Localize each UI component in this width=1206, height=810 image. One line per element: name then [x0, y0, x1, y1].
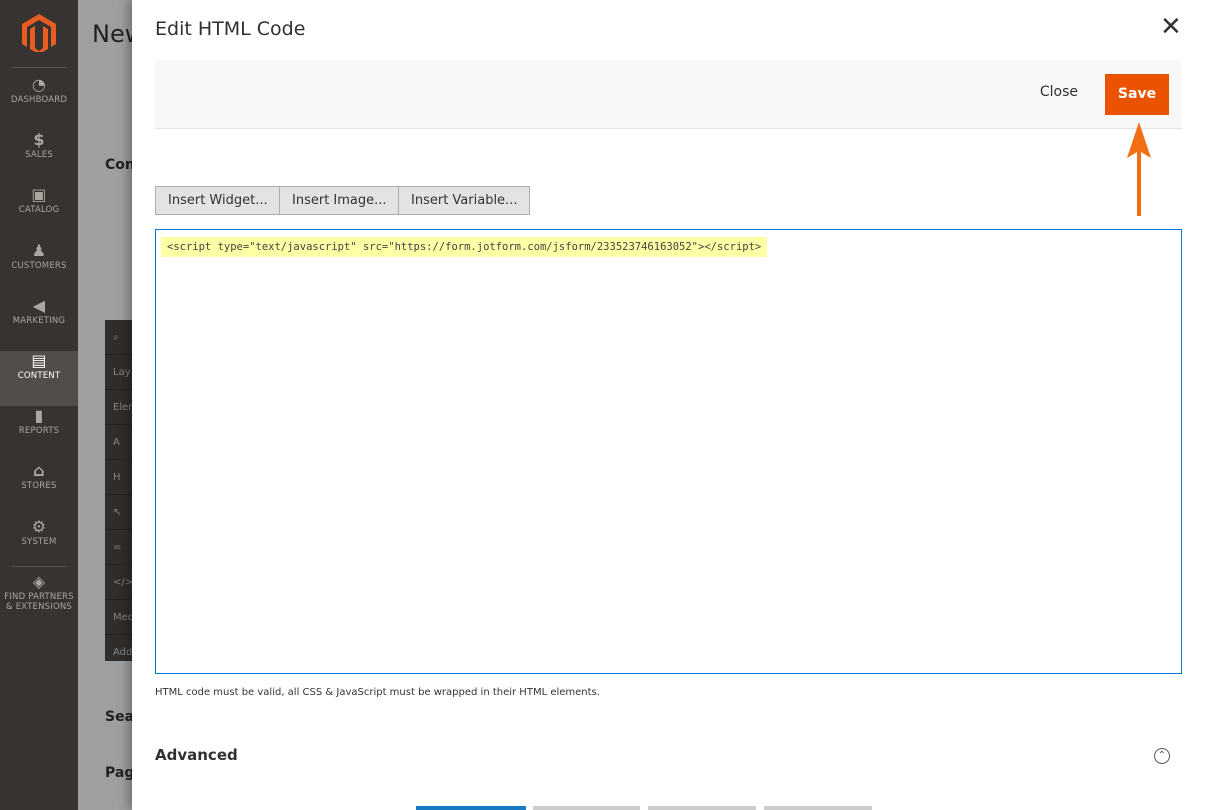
sidebar-item-label: DASHBOARD — [10, 95, 68, 105]
modal-overlay[interactable] — [78, 0, 132, 810]
sidebar-item-label: CATALOG — [18, 205, 60, 216]
person-icon: ♟ — [31, 240, 47, 260]
sidebar-item-label: STORES — [21, 481, 57, 492]
gear-icon: ⚙ — [31, 516, 47, 536]
sidebar-item-marketing[interactable]: ◀ MARKETING — [0, 296, 78, 351]
bottom-tab[interactable] — [533, 806, 640, 810]
dashboard-icon: ◔ — [31, 75, 47, 94]
sidebar-divider — [12, 67, 66, 68]
close-button[interactable]: Close — [1040, 84, 1078, 100]
store-icon: ⌂ — [33, 461, 45, 481]
sidebar-item-label: SALES — [25, 150, 53, 161]
sidebar-item-label: FIND PARTNERS & EXTENSIONS — [4, 591, 74, 612]
layout-icon: ▤ — [31, 351, 47, 370]
html-note: HTML code must be valid, all CSS & JavaS… — [155, 687, 600, 698]
code-text: <script type="text/javascript" src="http… — [161, 237, 768, 257]
sidebar-item-label: CUSTOMERS — [11, 260, 67, 271]
chevron-up-icon[interactable]: ⌃ — [1154, 748, 1170, 764]
sidebar-item-find[interactable]: ◈ FIND PARTNERS & EXTENSIONS — [0, 572, 78, 627]
advanced-section-title[interactable]: Advanced — [155, 746, 238, 764]
sidebar-item-sales[interactable]: $ SALES — [0, 130, 78, 185]
sidebar-item-reports[interactable]: ▮ REPORTS — [0, 406, 78, 461]
insert-widget-button[interactable]: Insert Widget... — [155, 186, 281, 215]
magento-logo-icon[interactable] — [22, 14, 56, 52]
insert-variable-button[interactable]: Insert Variable... — [398, 186, 531, 215]
megaphone-icon: ◀ — [32, 295, 46, 315]
dollar-icon: $ — [33, 130, 45, 150]
edit-html-modal: Edit HTML Code ✕ Close Save Insert Widge… — [132, 0, 1206, 810]
save-button[interactable]: Save — [1105, 74, 1169, 115]
bar-chart-icon: ▮ — [34, 406, 44, 426]
sidebar-item-content[interactable]: ▤ CONTENT — [0, 351, 78, 406]
blocks-icon: ◈ — [32, 571, 46, 591]
bottom-tab[interactable] — [648, 806, 756, 810]
sidebar-item-label: MARKETING — [12, 315, 66, 326]
sidebar-item-label: SYSTEM — [21, 536, 57, 547]
sidebar-item-catalog[interactable]: ▣ CATALOG — [0, 185, 78, 240]
sidebar-item-dashboard[interactable]: ◔ DASHBOARD — [0, 75, 78, 130]
sidebar-item-label: REPORTS — [18, 426, 60, 437]
html-code-textarea[interactable]: <script type="text/javascript" src="http… — [155, 229, 1182, 674]
insert-image-button[interactable]: Insert Image... — [279, 186, 400, 215]
bottom-tab[interactable] — [764, 806, 872, 810]
close-icon[interactable]: ✕ — [1160, 14, 1182, 40]
modal-action-bar: Close Save — [155, 60, 1182, 129]
sidebar-item-stores[interactable]: ⌂ STORES — [0, 461, 78, 516]
arrow-up-icon — [1127, 122, 1151, 216]
bottom-tab[interactable] — [416, 806, 526, 810]
sidebar-item-customers[interactable]: ♟ CUSTOMERS — [0, 241, 78, 296]
modal-title: Edit HTML Code — [155, 18, 306, 40]
sidebar-item-label: CONTENT — [17, 371, 61, 381]
sidebar-divider — [12, 566, 66, 567]
box-icon: ▣ — [31, 185, 47, 205]
sidebar-item-system[interactable]: ⚙ SYSTEM — [0, 517, 78, 572]
admin-sidebar: ◔ DASHBOARD $ SALES ▣ CATALOG ♟ CUSTOMERS ◀ MARKE… — [0, 0, 78, 810]
